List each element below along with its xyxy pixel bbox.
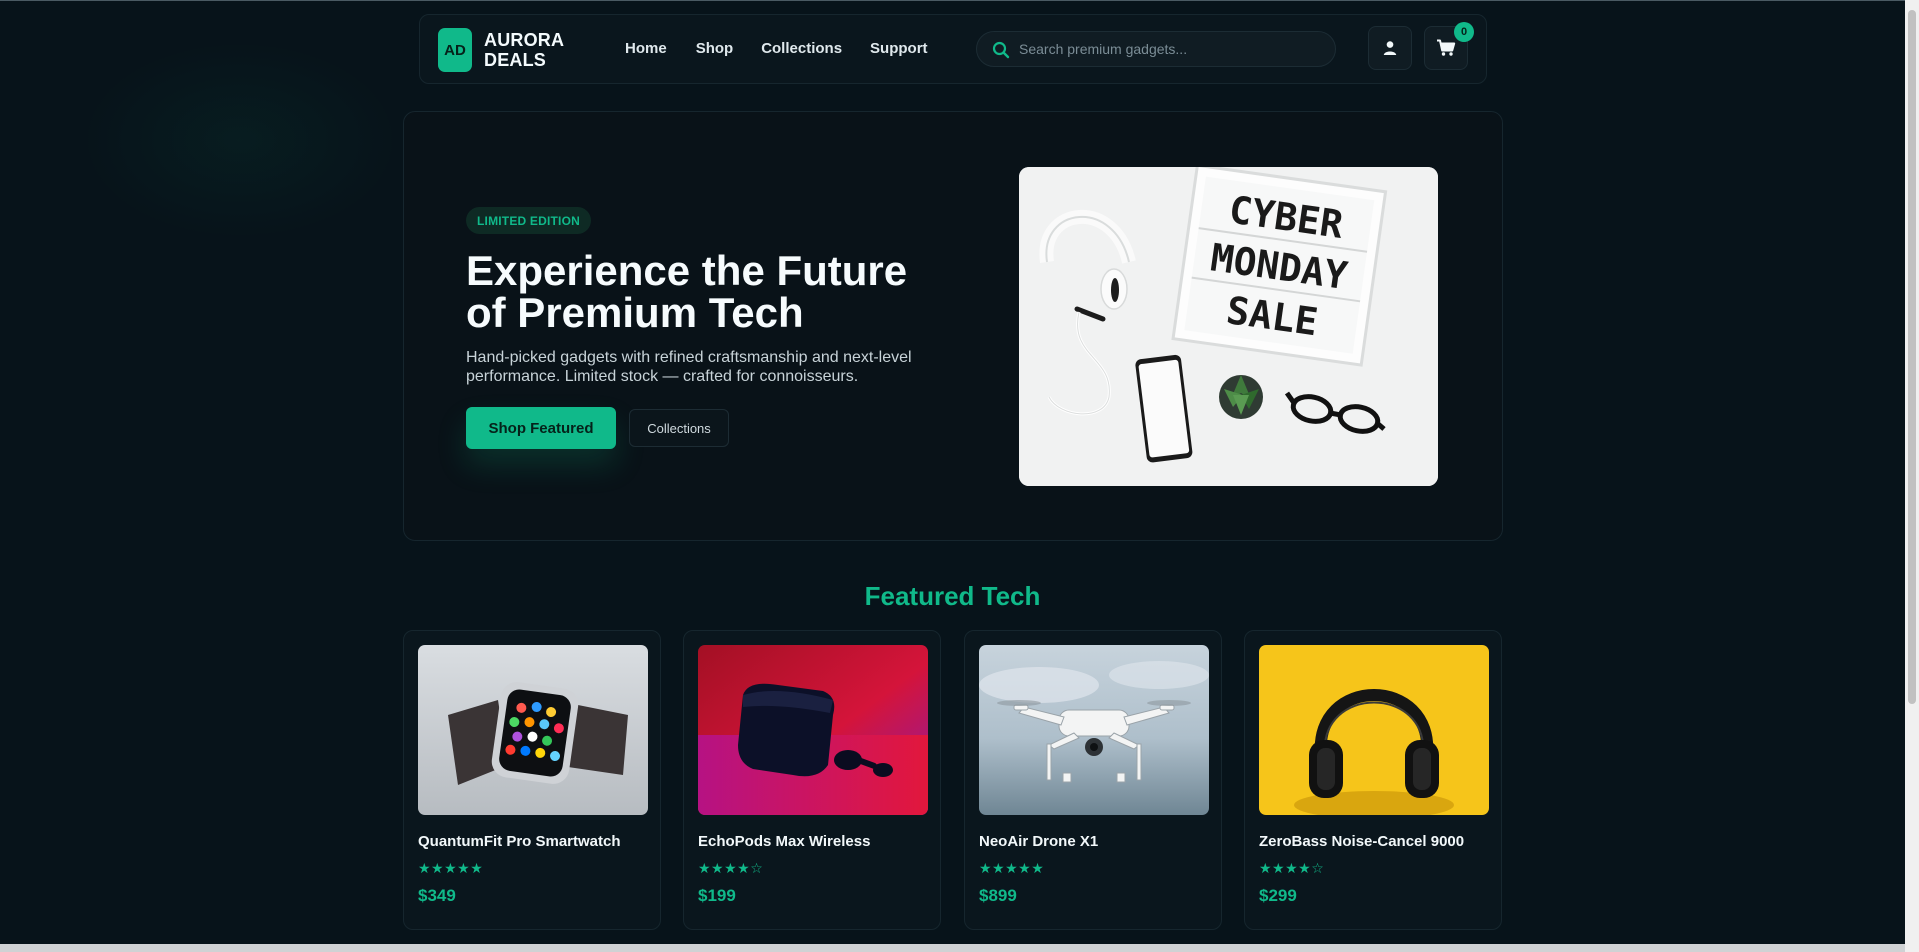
drone-photo [979, 645, 1209, 815]
lightbox-sign: CYBER MONDAY SALE [1171, 167, 1388, 367]
headphones-photo [1259, 645, 1489, 815]
product-card[interactable]: ZeroBass Noise-Cancel 9000 ★★★★☆ $299 [1244, 630, 1502, 930]
brand-name-line2: DEALS [484, 50, 547, 70]
product-image[interactable] [698, 645, 928, 815]
hero-image: CYBER MONDAY SALE [1019, 167, 1438, 486]
product-image[interactable] [1259, 645, 1489, 815]
earbuds-photo [698, 645, 928, 815]
product-card[interactable]: QuantumFit Pro Smartwatch ★★★★★ $349 [403, 630, 661, 930]
limited-edition-badge: LIMITED EDITION [466, 207, 591, 234]
logo-badge[interactable]: AD [438, 28, 472, 72]
product-card[interactable]: NeoAir Drone X1 ★★★★★ $899 [964, 630, 1222, 930]
main-nav: Home Shop Collections Support [625, 40, 928, 57]
cart-count-badge: 0 [1454, 22, 1474, 42]
plant-illustration [1219, 375, 1263, 419]
brand-name[interactable]: AURORA DEALS [484, 30, 564, 70]
cart-icon [1437, 39, 1456, 56]
top-navbar: AD AURORA DEALS Home Shop Collections Su… [419, 14, 1487, 84]
product-price: $899 [979, 886, 1017, 905]
window-top-border [0, 0, 1919, 1]
hero-title: Experience the Future of Premium Tech [466, 250, 966, 334]
smartwatch-photo [418, 645, 648, 815]
hero-subtitle: Hand-picked gadgets with refined craftsm… [466, 349, 912, 385]
product-price: $349 [418, 886, 456, 905]
product-image[interactable] [979, 645, 1209, 815]
search-bar[interactable] [976, 31, 1336, 67]
cyber-monday-flatlay-image: CYBER MONDAY SALE [1019, 167, 1438, 486]
featured-section-title: Featured Tech [864, 581, 1041, 611]
user-icon [1383, 41, 1397, 55]
product-image[interactable] [418, 645, 648, 815]
star-rating-icon: ★★★★☆ [698, 860, 764, 876]
nav-link-support[interactable]: Support [870, 40, 928, 57]
hero-title-line2: of Premium Tech [466, 289, 804, 336]
hero-section: LIMITED EDITION Experience the Future of… [403, 111, 1503, 541]
account-button[interactable] [1368, 26, 1412, 70]
star-rating-icon: ★★★★☆ [1259, 860, 1325, 876]
nav-link-collections[interactable]: Collections [761, 40, 842, 57]
search-icon [992, 41, 1010, 59]
product-price: $199 [698, 886, 736, 905]
search-input[interactable] [1019, 32, 1319, 66]
collections-button[interactable]: Collections [629, 409, 729, 447]
product-price: $299 [1259, 886, 1297, 905]
nav-link-home[interactable]: Home [625, 40, 667, 57]
shop-featured-button[interactable]: Shop Featured [466, 407, 616, 449]
star-rating-icon: ★★★★★ [979, 860, 1045, 876]
scrollbar-thumb[interactable] [1908, 10, 1916, 704]
star-rating-icon: ★★★★★ [418, 860, 484, 876]
brand-name-line1: AURORA [484, 30, 565, 50]
product-name[interactable]: NeoAir Drone X1 [979, 833, 1098, 850]
hero-title-line1: Experience the Future [466, 247, 908, 294]
product-card[interactable]: EchoPods Max Wireless ★★★★☆ $199 [683, 630, 941, 930]
nav-link-shop[interactable]: Shop [696, 40, 734, 57]
horizontal-scrollbar[interactable] [0, 944, 1905, 952]
product-name[interactable]: EchoPods Max Wireless [698, 833, 870, 850]
product-name[interactable]: QuantumFit Pro Smartwatch [418, 833, 621, 850]
product-name[interactable]: ZeroBass Noise-Cancel 9000 [1259, 833, 1464, 850]
